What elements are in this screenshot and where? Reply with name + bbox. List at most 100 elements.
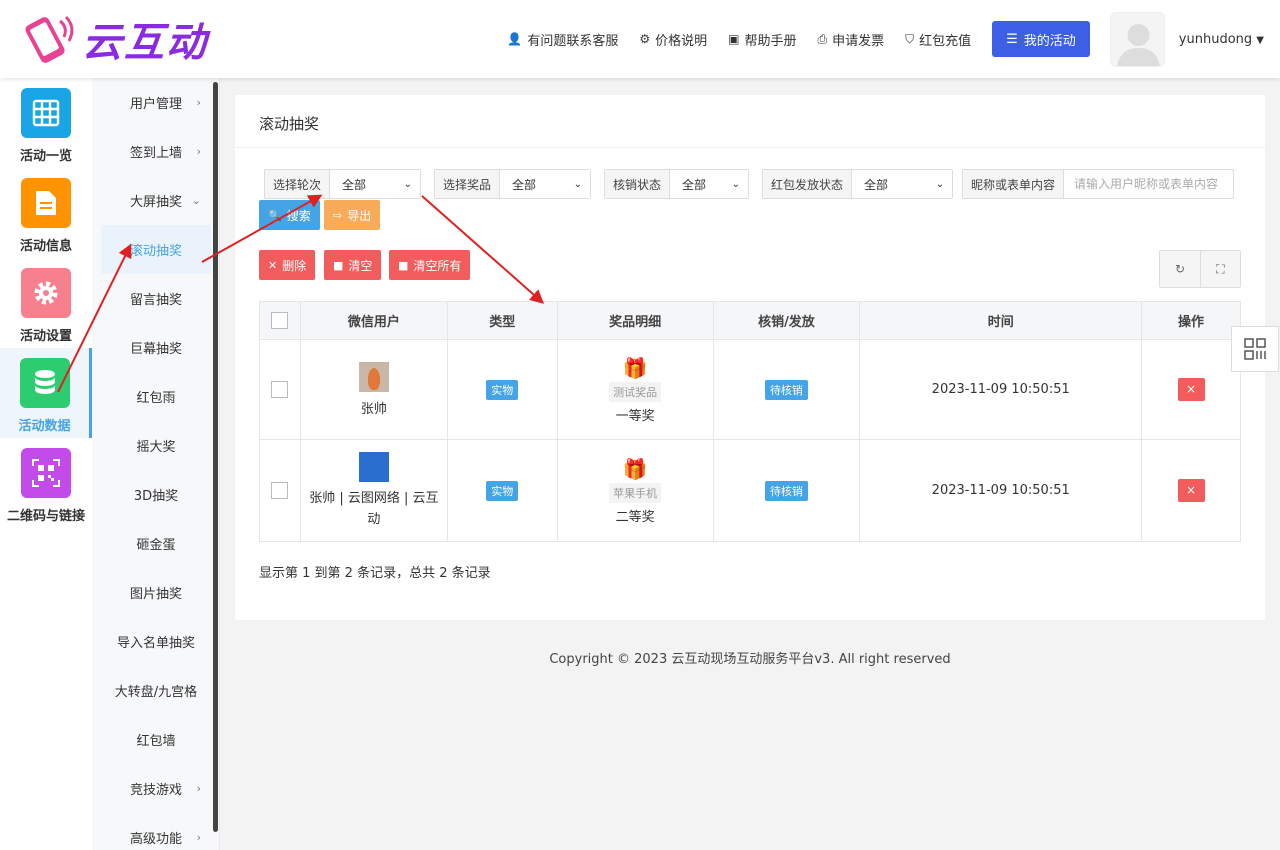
prize-level: 一等奖 bbox=[615, 408, 655, 424]
column-header[interactable]: 时间 bbox=[859, 301, 1143, 340]
database-icon bbox=[19, 358, 70, 408]
submenu-label: 摇大奖 bbox=[136, 440, 176, 455]
submenu-item-picture-lottery[interactable]: 图片抽奖 bbox=[101, 568, 211, 617]
action-cell: × bbox=[1141, 339, 1241, 440]
status-badge: 待核销 bbox=[764, 480, 808, 501]
copyright-footer: Copyright © 2023 云互动现场互动服务平台v3. All righ… bbox=[549, 652, 951, 667]
brand-logo[interactable]: 云互动 bbox=[22, 10, 208, 68]
sidebar-label: 活动信息 bbox=[19, 239, 72, 254]
column-header[interactable]: 微信用户 bbox=[299, 301, 448, 340]
select-all-checkbox[interactable] bbox=[271, 312, 289, 329]
filter-prize: 选择奖品 全部 ⌄ bbox=[434, 169, 592, 199]
submenu-label: 用户管理 bbox=[129, 97, 182, 112]
prize-cell: 🎁 测试奖品 一等奖 bbox=[556, 339, 714, 440]
chevron-down-icon: ⌄ bbox=[573, 178, 583, 190]
submenu-item-advanced[interactable]: 高级功能 › bbox=[101, 813, 211, 850]
filter-label: 选择奖品 bbox=[435, 170, 501, 198]
chevron-right-icon: › bbox=[196, 96, 201, 109]
row-delete-button[interactable]: × bbox=[1177, 479, 1205, 502]
submenu-item-user-management[interactable]: 用户管理 › bbox=[101, 78, 211, 127]
button-label: 导出 bbox=[347, 208, 372, 223]
column-header[interactable]: 核销/发放 bbox=[712, 301, 861, 340]
submenu-item-competitive-games[interactable]: 竞技游戏 › bbox=[101, 764, 211, 813]
sub-menu: 用户管理 › 签到上墙 › 大屏抽奖 ⌄ 滚动抽奖 留言抽奖 巨幕抽奖 红包雨 摇大奖… bbox=[92, 78, 220, 850]
sidebar-item-activity-data[interactable]: 活动数据 bbox=[0, 348, 92, 438]
submenu-label: 留言抽奖 bbox=[129, 293, 182, 308]
sidebar-item-qrcode-links[interactable]: 二维码与链接 bbox=[0, 438, 92, 528]
column-header[interactable]: 类型 bbox=[446, 301, 558, 340]
prize-name: 苹果手机 bbox=[609, 482, 662, 503]
button-label: 清空 bbox=[348, 258, 373, 273]
user-plus-icon: 👤 bbox=[507, 32, 523, 46]
user-name: 张帅 | 云图网络 | 云互动 bbox=[309, 490, 439, 527]
avatar[interactable] bbox=[1109, 11, 1165, 67]
filter-label: 昵称或表单内容 bbox=[963, 170, 1065, 198]
keyword-input[interactable] bbox=[1064, 170, 1230, 198]
export-button[interactable]: ⇨ 导出 bbox=[324, 200, 381, 230]
nav-help-manual[interactable]: ▣ 帮助手册 bbox=[728, 30, 796, 49]
submenu-label: 砸金蛋 bbox=[136, 538, 176, 553]
clear-button[interactable]: ■ 清空 bbox=[324, 250, 382, 280]
submenu-scrollbar[interactable] bbox=[213, 82, 218, 832]
qrcode-icon bbox=[21, 448, 71, 498]
sidebar-label: 活动一览 bbox=[19, 149, 72, 164]
my-activity-button[interactable]: ☰ 我的活动 bbox=[992, 21, 1090, 57]
submenu-item-3d-lottery[interactable]: 3D抽奖 bbox=[101, 470, 211, 519]
row-select-cell bbox=[259, 339, 301, 440]
nav-contact-support[interactable]: 👤 有问题联系客服 bbox=[507, 30, 618, 49]
submenu-label: 大转盘/九宫格 bbox=[114, 685, 198, 700]
printer-icon: ⎙ bbox=[817, 31, 828, 46]
submenu-item-shake-prize[interactable]: 摇大奖 bbox=[101, 421, 211, 470]
caret-down-icon: ▼ bbox=[1256, 34, 1264, 46]
search-button[interactable]: 🔍 搜索 bbox=[259, 200, 320, 230]
page-title: 滚动抽奖 bbox=[259, 115, 320, 133]
column-header[interactable]: 奖品明细 bbox=[556, 301, 714, 340]
submenu-item-golden-egg[interactable]: 砸金蛋 bbox=[101, 519, 211, 568]
refresh-icon[interactable]: ↻ bbox=[1160, 251, 1200, 287]
submenu-item-message-lottery[interactable]: 留言抽奖 bbox=[101, 274, 211, 323]
sidebar-item-activity-info[interactable]: 活动信息 bbox=[0, 168, 92, 258]
select-value: 全部 bbox=[512, 177, 537, 192]
submenu-item-redpack-wall[interactable]: 红包墙 bbox=[101, 715, 211, 764]
floating-qrcode-button[interactable] bbox=[1231, 326, 1279, 372]
submenu-item-import-list-lottery[interactable]: 导入名单抽奖 bbox=[101, 617, 211, 666]
search-icon: 🔍 bbox=[268, 208, 282, 222]
filter-redpack-status: 红包发放状态 全部 ⌄ bbox=[762, 169, 954, 199]
action-cell: × bbox=[1141, 439, 1241, 542]
submenu-item-redpack-rain[interactable]: 红包雨 bbox=[101, 372, 211, 421]
delete-button[interactable]: ✕ 删除 bbox=[259, 250, 316, 280]
redpack-status-select[interactable]: 全部 ⌄ bbox=[852, 170, 953, 198]
submenu-label: 竞技游戏 bbox=[129, 783, 182, 798]
row-delete-button[interactable]: × bbox=[1177, 378, 1205, 401]
verify-status-select[interactable]: 全部 ⌄ bbox=[670, 170, 749, 198]
round-select[interactable]: 全部 ⌄ bbox=[330, 170, 421, 198]
username-dropdown[interactable]: yunhudong ▼ bbox=[1179, 32, 1264, 47]
gift-box-icon: 🎁 bbox=[622, 456, 648, 481]
submenu-item-giant-screen-lottery[interactable]: 巨幕抽奖 bbox=[101, 323, 211, 372]
submenu-item-screen-lottery[interactable]: 大屏抽奖 ⌄ bbox=[101, 176, 211, 225]
nav-pricing[interactable]: ⚙ 价格说明 bbox=[639, 30, 707, 49]
submenu-item-checkin-wall[interactable]: 签到上墙 › bbox=[101, 127, 211, 176]
prize-select[interactable]: 全部 ⌄ bbox=[500, 170, 591, 198]
submenu-item-rolling-lottery[interactable]: 滚动抽奖 bbox=[101, 225, 211, 274]
row-checkbox[interactable] bbox=[271, 381, 289, 398]
column-header: 操作 bbox=[1141, 301, 1241, 340]
phone-logo-icon bbox=[25, 15, 74, 63]
fullscreen-icon[interactable]: ⛶ bbox=[1200, 251, 1240, 287]
submenu-item-wheel-grid[interactable]: 大转盘/九宫格 bbox=[101, 666, 211, 715]
type-cell: 实物 bbox=[446, 339, 558, 440]
row-checkbox[interactable] bbox=[271, 482, 289, 499]
nav-label: 帮助手册 bbox=[744, 33, 797, 49]
nav-redpack-recharge[interactable]: ⛉ 红包充值 bbox=[905, 30, 971, 49]
sidebar-item-activity-list[interactable]: 活动一览 bbox=[0, 78, 92, 168]
sidebar-item-activity-settings[interactable]: 活动设置 bbox=[0, 258, 92, 348]
select-value: 全部 bbox=[682, 177, 707, 192]
table-toolbar: ↻ ⛶ bbox=[1159, 250, 1241, 288]
user-cell: 张帅 | 云图网络 | 云互动 bbox=[299, 439, 448, 542]
clear-all-button[interactable]: ■ 清空所有 bbox=[389, 250, 471, 280]
yuntu-logo-avatar bbox=[358, 451, 389, 482]
nav-invoice[interactable]: ⎙ 申请发票 bbox=[817, 30, 884, 49]
gear-icon: ⚙ bbox=[639, 32, 651, 46]
status-cell: 待核销 bbox=[712, 439, 861, 542]
type-badge: 实物 bbox=[486, 480, 519, 501]
